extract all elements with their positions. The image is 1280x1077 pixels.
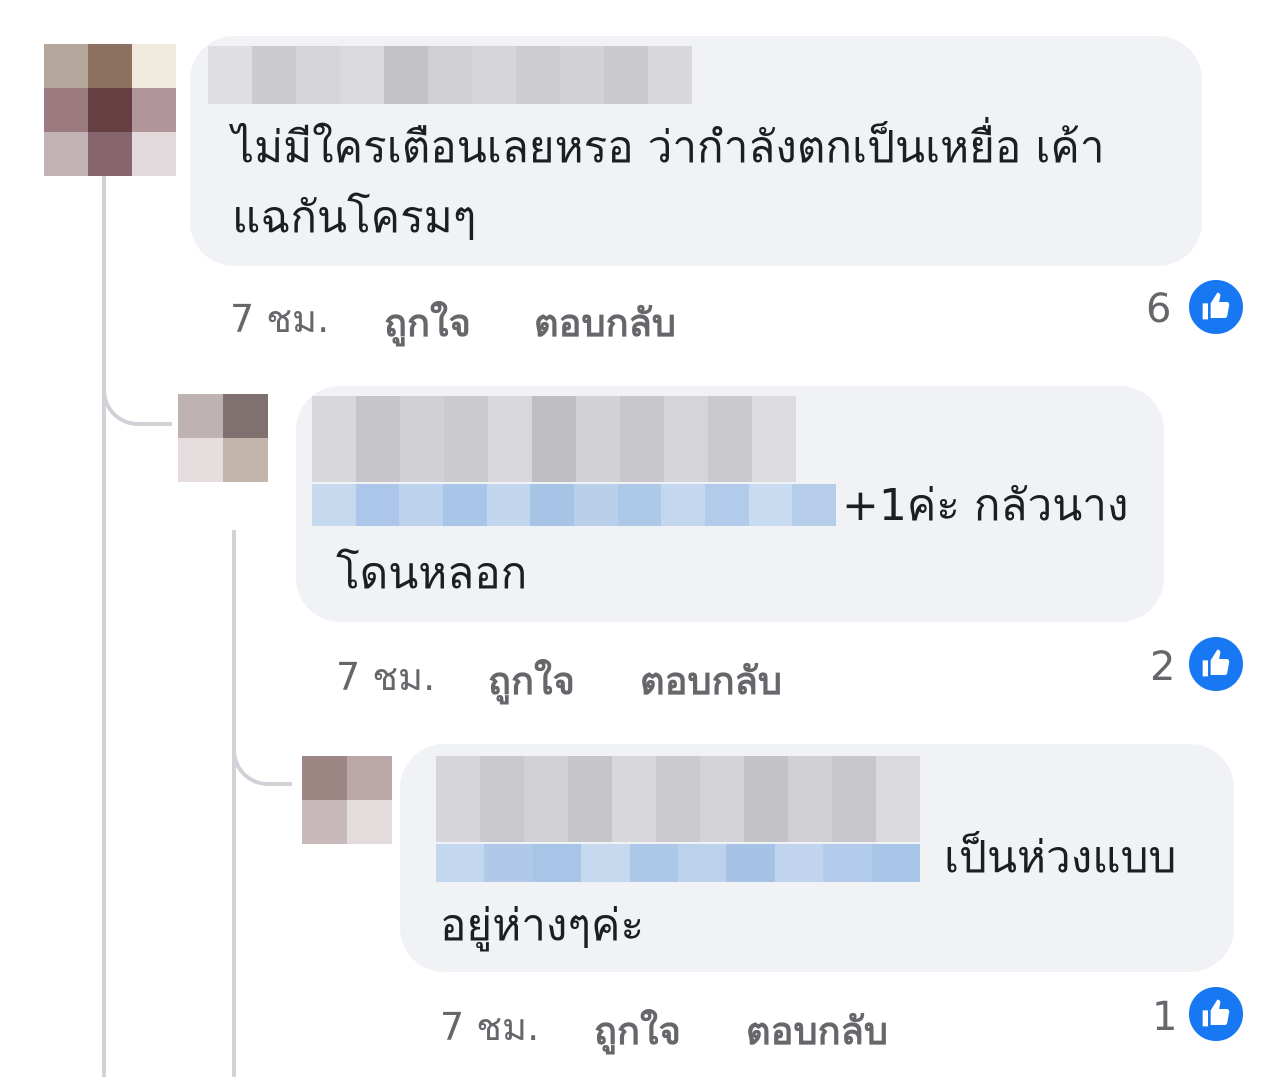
reply-button[interactable]: ตอบกลับ [746,1000,888,1061]
reaction-count[interactable]: 6 [1146,286,1171,332]
commenter-name-blurred[interactable] [208,46,692,104]
reaction-count[interactable]: 2 [1150,644,1175,690]
comment-text: แฉกันโครมๆ [232,192,477,243]
comment-timestamp[interactable]: 7 ชม. [440,996,539,1057]
comment-timestamp[interactable]: 7 ชม. [336,646,435,707]
reply-button[interactable]: ตอบกลับ [640,650,782,711]
like-button[interactable]: ถูกใจ [488,650,575,711]
thumbs-up-icon[interactable] [1186,634,1246,694]
reply-button[interactable]: ตอบกลับ [534,292,676,353]
comment-text: โดนหลอก [336,548,528,599]
thumbs-up-icon[interactable] [1186,984,1246,1044]
commenter-name-blurred[interactable] [312,396,796,482]
avatar[interactable] [302,756,392,844]
thread-connector-reply-2 [232,700,292,786]
thread-line-main [102,176,106,1077]
avatar[interactable] [178,394,268,482]
comment-timestamp[interactable]: 7 ชม. [230,288,329,349]
comment-text: +1ค่ะ กลัวนาง [842,480,1129,531]
reaction-count[interactable]: 1 [1152,994,1177,1040]
comment-text: เป็นห่วงแบบ [944,832,1177,883]
thumbs-up-icon[interactable] [1186,277,1246,337]
comment-text: ไม่มีใครเตือนเลยหรอ ว่ากำลังตกเป็นเหยื่อ… [232,122,1105,173]
like-button[interactable]: ถูกใจ [384,292,471,353]
commenter-name-blurred[interactable] [436,756,920,842]
like-button[interactable]: ถูกใจ [594,1000,681,1061]
avatar[interactable] [44,44,176,176]
mention-link-blurred[interactable] [312,484,837,526]
thread-connector-reply-1 [102,340,172,426]
thread-line-reply [232,530,236,1077]
comment-text: อยู่ห่างๆค่ะ [440,900,645,951]
mention-link-blurred[interactable] [436,844,921,882]
